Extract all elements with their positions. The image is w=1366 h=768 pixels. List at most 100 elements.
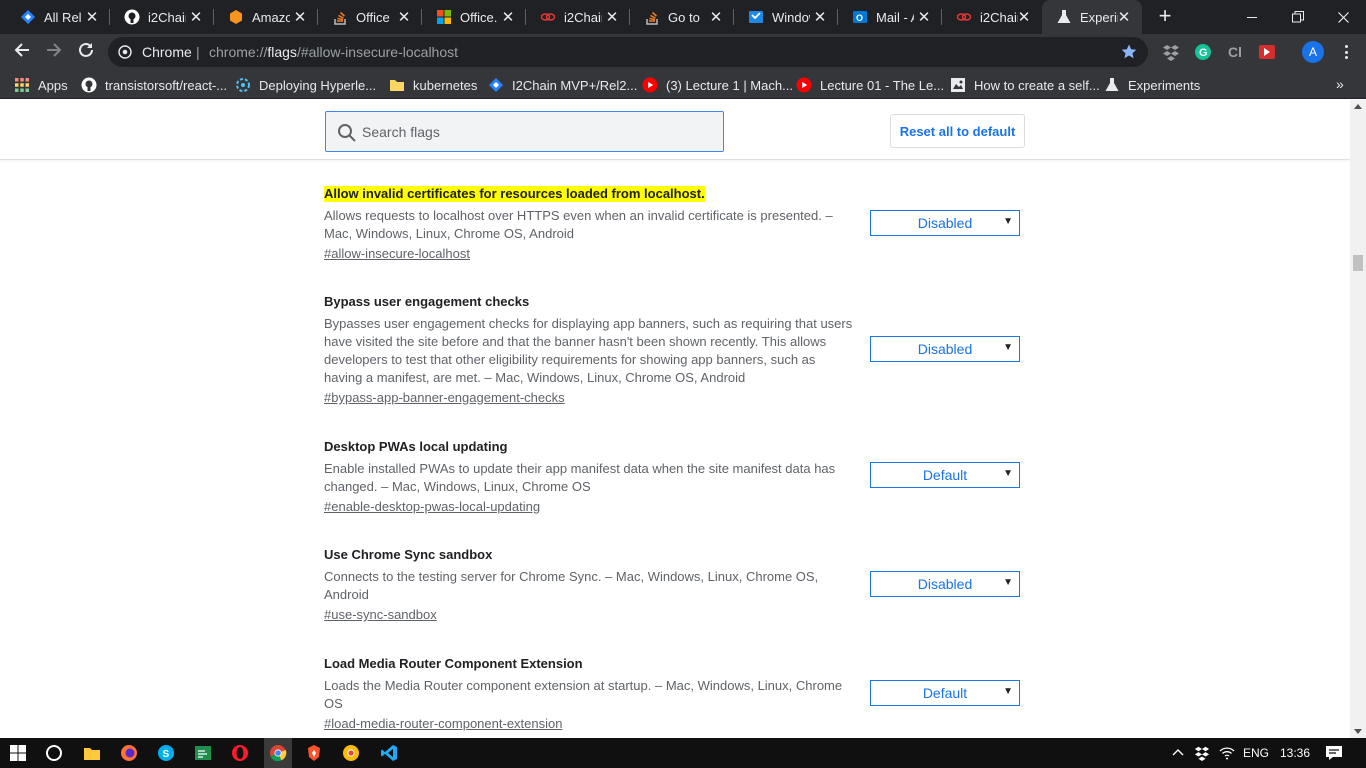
scroll-down-icon[interactable] [1354,729,1362,734]
close-icon[interactable]: ✕ [1116,9,1132,26]
tab-i2chain-github[interactable]: i2Chain ✕ [110,0,214,34]
scroll-up-icon[interactable] [1354,104,1362,109]
dropbox-tray-icon[interactable] [1192,743,1212,763]
brave-icon[interactable] [304,743,324,763]
flag-entry-media-router: Load Media Router Component Extension Lo… [324,655,1024,733]
flag-state-select[interactable]: Disabled ▼ [870,336,1020,362]
flag-description: Enable installed PWAs to update their ap… [324,461,836,494]
bookmark-experiments[interactable]: Experiments [1104,76,1200,94]
tab-all-rel2[interactable]: All Rel2 ✕ [6,0,110,34]
stackoverflow-icon [332,9,348,25]
notifications-icon[interactable] [1324,743,1344,763]
tab-office-lo[interactable]: Office.lo ✕ [422,0,526,34]
tab-go-to[interactable]: Go to ✕ [630,0,734,34]
bookmark-i2chain-mvp[interactable]: I2Chain MVP+/Rel2... [488,76,637,94]
flag-permalink[interactable]: #enable-desktop-pwas-local-updating [324,498,540,516]
flags-header: Reset all to default [0,100,1350,160]
windows-start-icon[interactable] [8,743,28,763]
tab-office-3[interactable]: Office 3 ✕ [318,0,422,34]
close-icon[interactable]: ✕ [84,9,100,26]
close-icon[interactable]: ✕ [916,9,932,26]
restore-button[interactable] [1275,0,1321,34]
profile-avatar[interactable]: A [1302,41,1324,63]
file-explorer-icon[interactable] [82,743,102,763]
close-icon[interactable]: ✕ [604,9,620,26]
extension-c-icon[interactable]: C [1226,43,1244,61]
search-flags-box[interactable] [325,111,724,152]
flag-permalink[interactable]: #allow-insecure-localhost [324,245,470,263]
flags-page: Reset all to default Allow invalid certi… [0,100,1350,738]
bookmark-lecture-1[interactable]: (3) Lecture 1 | Mach... [642,76,793,94]
flag-state-select[interactable]: Disabled ▼ [870,210,1020,236]
bookmark-how-to-create[interactable]: How to create a self... [950,76,1100,94]
flag-state-select[interactable]: Default ▼ [870,462,1020,488]
chrome-taskbar-icon[interactable] [264,738,292,768]
close-icon[interactable]: ✕ [812,9,828,26]
dropbox-extension-icon[interactable] [1162,43,1180,61]
url-text: chrome://flags/#allow-insecure-localhost [209,44,458,60]
flag-permalink[interactable]: #bypass-app-banner-engagement-checks [324,389,565,407]
tab-experiments[interactable]: Experim ✕ [1042,0,1142,34]
skype-icon[interactable]: S [156,743,176,763]
search-flags-input[interactable] [362,112,717,151]
bookmark-star-icon[interactable] [1120,43,1138,61]
tab-windows[interactable]: Window ✕ [734,0,838,34]
tab-i2chain-3[interactable]: i2Chain ✕ [942,0,1042,34]
close-window-button[interactable] [1320,0,1366,34]
flask-icon [1104,77,1120,93]
system-clock[interactable]: 13:36 [1280,746,1310,760]
opera-icon[interactable] [230,743,250,763]
flag-description: Connects to the testing server for Chrom… [324,569,819,602]
tab-strip: All Rel2 ✕ i2Chain ✕ Amazon ✕ Office 3 ✕… [0,0,1366,34]
tab-amazon[interactable]: Amazon ✕ [214,0,318,34]
i2chain-icon [956,9,972,25]
bookmark-label: I2Chain MVP+/Rel2... [512,77,638,93]
flag-permalink[interactable]: #use-sync-sandbox [324,606,437,624]
youtube-icon [796,77,812,93]
tab-mail[interactable]: O Mail - A ✕ [838,0,942,34]
bookmark-lecture-01[interactable]: Lecture 01 - The Le... [796,76,944,94]
close-icon[interactable]: ✕ [708,9,724,26]
close-icon[interactable]: ✕ [292,9,308,26]
close-icon[interactable]: ✕ [1016,9,1032,26]
tab-title: Amazon [252,9,290,25]
github-icon [124,9,140,25]
chrome-canary-icon[interactable] [341,743,361,763]
i2chain-icon [540,9,556,25]
reset-all-button[interactable]: Reset all to default [890,114,1025,148]
tab-title: i2Chain [980,9,1018,25]
close-icon[interactable]: ✕ [396,9,412,26]
bookmark-transistorsoft[interactable]: transistorsoft/react-... [81,76,227,94]
bookmark-apps[interactable]: Apps [14,76,68,94]
language-indicator[interactable]: ENG [1243,746,1269,760]
flag-state-select[interactable]: Default ▼ [870,680,1020,706]
address-bar[interactable]: Chrome | chrome://flags/#allow-insecure-… [108,37,1148,67]
flag-state-select[interactable]: Disabled ▼ [870,571,1020,597]
chrome-menu-icon[interactable] [1337,43,1355,61]
page-scrollbar[interactable] [1350,100,1366,738]
flag-permalink[interactable]: #load-media-router-component-extension [324,715,562,733]
bookmarks-overflow-button[interactable]: » [1336,76,1344,92]
new-tab-button[interactable]: + [1153,5,1177,29]
grammarly-extension-icon[interactable]: G [1194,43,1212,61]
apps-grid-icon [14,77,30,93]
show-hidden-icons-chevron-icon[interactable] [1168,743,1188,763]
back-button[interactable] [10,40,34,64]
vscode-icon[interactable] [379,743,399,763]
media-extension-icon[interactable] [1258,43,1276,61]
tab-i2chain-2[interactable]: i2Chain ✕ [526,0,630,34]
bookmark-label: kubernetes [413,77,478,93]
terminal-app-icon[interactable] [193,743,213,763]
close-icon[interactable]: ✕ [188,9,204,26]
firefox-icon[interactable] [119,743,139,763]
wifi-icon[interactable] [1217,743,1237,763]
cortana-search-icon[interactable] [44,743,64,763]
forward-button[interactable] [42,40,66,64]
bookmark-deploying-hyperledger[interactable]: Deploying Hyperle... [235,76,376,94]
close-icon[interactable]: ✕ [500,9,516,26]
flag-description: Loads the Media Router component extensi… [324,678,843,711]
minimize-button[interactable] [1229,0,1275,34]
scrollbar-thumb[interactable] [1353,255,1363,271]
bookmark-kubernetes[interactable]: kubernetes [389,76,477,94]
reload-button[interactable] [74,40,98,64]
